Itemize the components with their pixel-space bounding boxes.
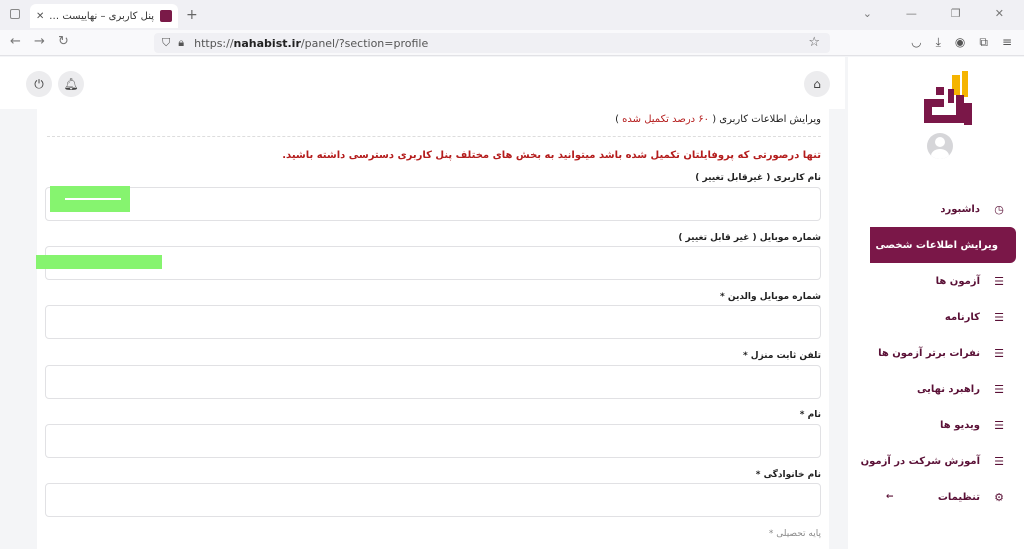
first-name-label: نام *	[799, 410, 821, 420]
reload-icon[interactable]: ↻	[58, 34, 69, 49]
last-name-label: نام خانوادگی *	[755, 470, 821, 480]
sidebar-item-strategy[interactable]: ☰ راهبرد نهایی	[848, 371, 1024, 407]
app-menu-icon[interactable]: ≡	[1002, 35, 1012, 50]
sidebar-item-label: آموزش شرکت در آزمون	[860, 455, 980, 467]
home-phone-label: تلفن ثابت منزل *	[742, 351, 821, 361]
profile-form-card: ویرایش اطلاعات کاربری ( ۶۰ درصد تکمیل شد…	[36, 109, 829, 549]
account-icon[interactable]: ◉	[955, 35, 965, 50]
mobile-field	[36, 246, 821, 280]
home-icon[interactable]: ⌂	[804, 71, 830, 97]
redacted-value	[36, 255, 162, 269]
sidebar-item-label: ویرایش اطلاعات شخصی	[875, 239, 998, 251]
sidebar-item-report-card[interactable]: ☰ کارنامه	[848, 299, 1024, 335]
avatar[interactable]	[927, 133, 953, 159]
profile-incomplete-alert: تنها درصورتی که پروفایلتان تکمیل شده باش…	[282, 150, 821, 161]
sidebar-item-exam-tutorial[interactable]: ☰ آموزش شرکت در آزمون	[848, 443, 1024, 479]
browser-tab[interactable]: پنل کاربری – نهاییست | 20 امتحان ✕	[30, 4, 178, 28]
shield-icon[interactable]: ⛉	[162, 36, 170, 50]
browser-tab-bar: پنل کاربری – نهاییست | 20 امتحان ✕ + ⌄ —…	[0, 0, 1024, 30]
menu-icon: ☰	[994, 310, 1004, 324]
menu-icon: ☰	[994, 274, 1004, 288]
sidebar-item-label: ویدیو ها	[940, 419, 980, 431]
bookmark-star-icon[interactable]: ☆	[808, 35, 820, 50]
sidebar-item-dashboard[interactable]: ◷ داشبورد	[848, 191, 1024, 227]
menu-icon: ☰	[994, 418, 1004, 432]
url-text: https://nahabist.ir/panel/?section=profi…	[194, 36, 429, 50]
address-bar[interactable]: ⛉ 🔒︎ https://nahabist.ir/panel/?section=…	[154, 33, 830, 53]
submenu-arrow-icon[interactable]: ←	[886, 492, 894, 502]
download-icon[interactable]: ⤓	[936, 35, 941, 50]
pocket-icon[interactable]: ◡	[911, 35, 921, 50]
browser-nav-bar: ← → ↻ ⛉ 🔒︎ https://nahabist.ir/panel/?se…	[0, 30, 1024, 56]
browser-toolbar: ◡ ⤓ ◉ ⧉ ≡	[911, 35, 1012, 50]
last-name-input[interactable]	[45, 483, 821, 517]
top-bar: ⏻ 🔔︎ ⌂	[0, 57, 845, 109]
tab-title: پنل کاربری – نهاییست | 20 امتحان	[48, 10, 154, 22]
tab-close-icon[interactable]: ✕	[36, 11, 44, 22]
sidebar-item-settings[interactable]: ⚙ تنظیمات ←	[848, 479, 1024, 515]
sidebar-item-videos[interactable]: ☰ ویدیو ها	[848, 407, 1024, 443]
mobile-label: شماره موبایل ( غیر قابل تغییر )	[678, 233, 821, 243]
first-name-input[interactable]	[45, 424, 821, 458]
menu-icon: ☰	[994, 454, 1004, 468]
sidebar-item-label: نفرات برتر آزمون ها	[878, 347, 980, 359]
sidebar-item-label: کارنامه	[944, 311, 980, 323]
divider	[47, 136, 821, 137]
lock-icon[interactable]: 🔒︎	[178, 36, 184, 50]
new-tab-icon[interactable]: +	[186, 7, 198, 23]
username-field	[45, 186, 821, 221]
form-title: ویرایش اطلاعات کاربری ( ۶۰ درصد تکمیل شد…	[615, 114, 821, 125]
sidebar-item-edit-profile[interactable]: ویرایش اطلاعات شخصی	[870, 227, 1016, 263]
sidebar: ◷ داشبورد ویرایش اطلاعات شخصی ☰ آزمون ها…	[848, 57, 1024, 549]
sidebar-item-label: راهبرد نهایی	[916, 383, 980, 395]
gear-icon: ⚙	[994, 490, 1004, 504]
close-window-icon[interactable]: ✕	[995, 7, 1004, 20]
gauge-icon: ◷	[994, 202, 1004, 216]
grade-label: پایه تحصیلی *	[768, 529, 821, 539]
sidebar-item-label: آزمون ها	[935, 275, 980, 287]
home-phone-input[interactable]	[45, 365, 821, 399]
menu-icon: ☰	[994, 346, 1004, 360]
site-logo	[924, 71, 972, 125]
bell-icon[interactable]: 🔔︎	[58, 71, 84, 97]
restore-icon[interactable]: ❐	[951, 7, 961, 20]
sidebar-item-label: تنظیمات	[937, 491, 980, 503]
redacted-value	[50, 186, 130, 212]
sidebar-item-top-students[interactable]: ☰ نفرات برتر آزمون ها	[848, 335, 1024, 371]
parent-mobile-label: شماره موبایل والدین *	[720, 292, 821, 302]
username-label: نام کاربری ( غیرقابل تغییر )	[695, 173, 821, 183]
forward-icon[interactable]: →	[34, 34, 45, 49]
tab-list-chevron-icon[interactable]: ⌄	[863, 7, 872, 20]
sidebar-menu: ◷ داشبورد ویرایش اطلاعات شخصی ☰ آزمون ها…	[848, 191, 1024, 515]
back-icon[interactable]: ←	[10, 34, 21, 49]
window-controls: ⌄ — ❐ ✕	[863, 7, 1004, 20]
extensions-icon[interactable]: ⧉	[979, 35, 988, 50]
menu-icon: ☰	[994, 382, 1004, 396]
site-favicon-icon	[160, 10, 172, 22]
minimize-icon[interactable]: —	[906, 7, 917, 20]
page: ⏻ 🔔︎ ⌂ ◷ داشبورد ویرایش اطلاعات شخصی ☰ آ…	[0, 57, 1024, 549]
sidebar-toggle-icon[interactable]	[10, 9, 20, 19]
power-icon[interactable]: ⏻	[26, 71, 52, 97]
sidebar-item-exams[interactable]: ☰ آزمون ها	[848, 263, 1024, 299]
sidebar-item-label: داشبورد	[940, 203, 980, 215]
parent-mobile-input[interactable]	[45, 305, 821, 339]
